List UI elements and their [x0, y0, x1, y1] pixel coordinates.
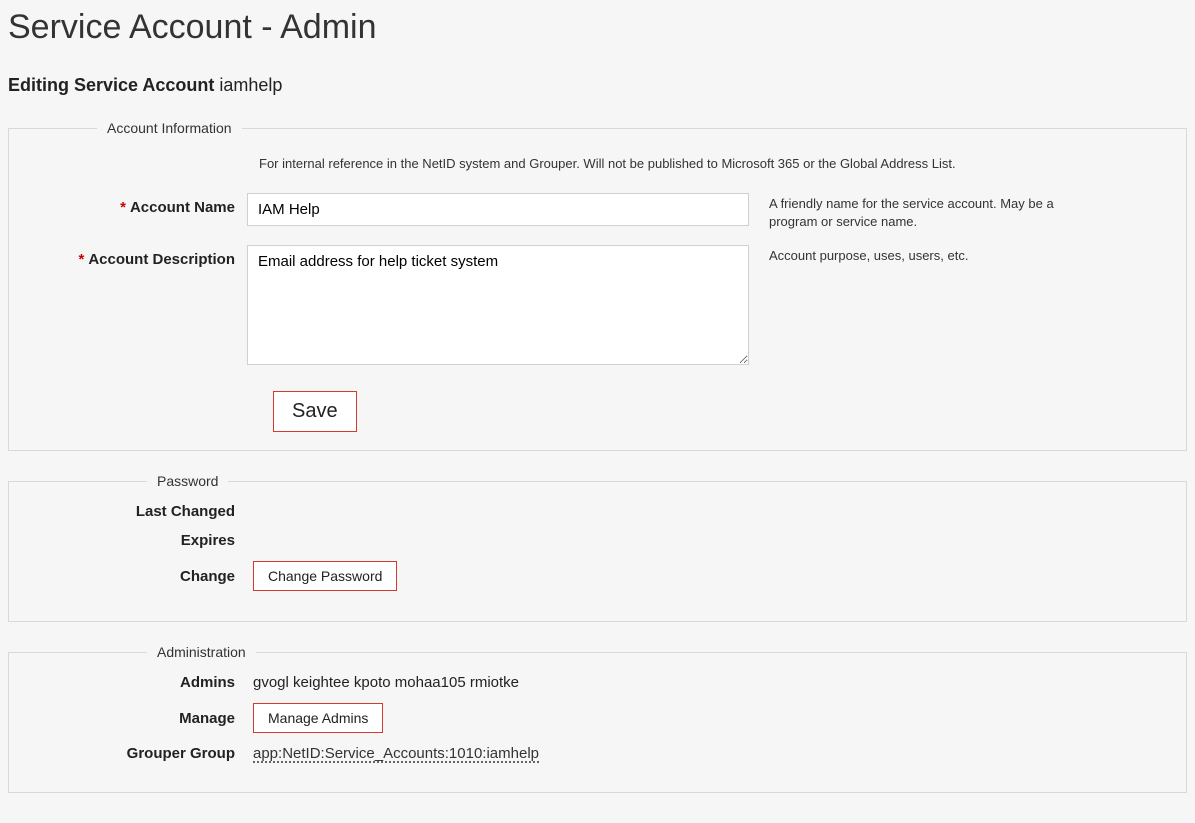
account-description-label: *Account Description [27, 245, 247, 268]
account-name-input[interactable] [247, 193, 749, 226]
required-indicator: * [78, 251, 84, 268]
account-name-help: A friendly name for the service account.… [769, 193, 1069, 231]
admins-value: gvogl keightee kpoto mohaa105 rmiotke [247, 674, 519, 691]
expires-label: Expires [27, 532, 247, 549]
manage-label: Manage [27, 710, 247, 727]
account-information-fieldset: Account Information For internal referen… [8, 120, 1187, 451]
manage-admins-button[interactable]: Manage Admins [253, 703, 383, 733]
account-description-help: Account purpose, uses, users, etc. [769, 245, 968, 265]
change-password-button[interactable]: Change Password [253, 561, 397, 591]
subheader-value: iamhelp [219, 75, 282, 95]
last-changed-label: Last Changed [27, 503, 247, 520]
account-information-legend: Account Information [97, 120, 242, 136]
required-indicator: * [120, 199, 126, 216]
grouper-group-label: Grouper Group [27, 745, 247, 762]
password-legend: Password [147, 473, 228, 489]
administration-fieldset: Administration Admins gvogl keightee kpo… [8, 644, 1187, 793]
administration-legend: Administration [147, 644, 256, 660]
account-info-description: For internal reference in the NetID syst… [259, 156, 1168, 171]
grouper-group-link[interactable]: app:NetID:Service_Accounts:1010:iamhelp [247, 745, 539, 762]
change-label: Change [27, 568, 247, 585]
subheader: Editing Service Account iamhelp [8, 75, 1187, 96]
account-description-textarea[interactable]: Email address for help ticket system [247, 245, 749, 365]
subheader-label: Editing Service Account [8, 75, 214, 95]
admins-label: Admins [27, 674, 247, 691]
password-fieldset: Password Last Changed Expires Change Cha… [8, 473, 1187, 622]
page-title: Service Account - Admin [8, 8, 1187, 47]
save-button[interactable]: Save [273, 391, 357, 432]
account-name-label: *Account Name [27, 193, 247, 216]
